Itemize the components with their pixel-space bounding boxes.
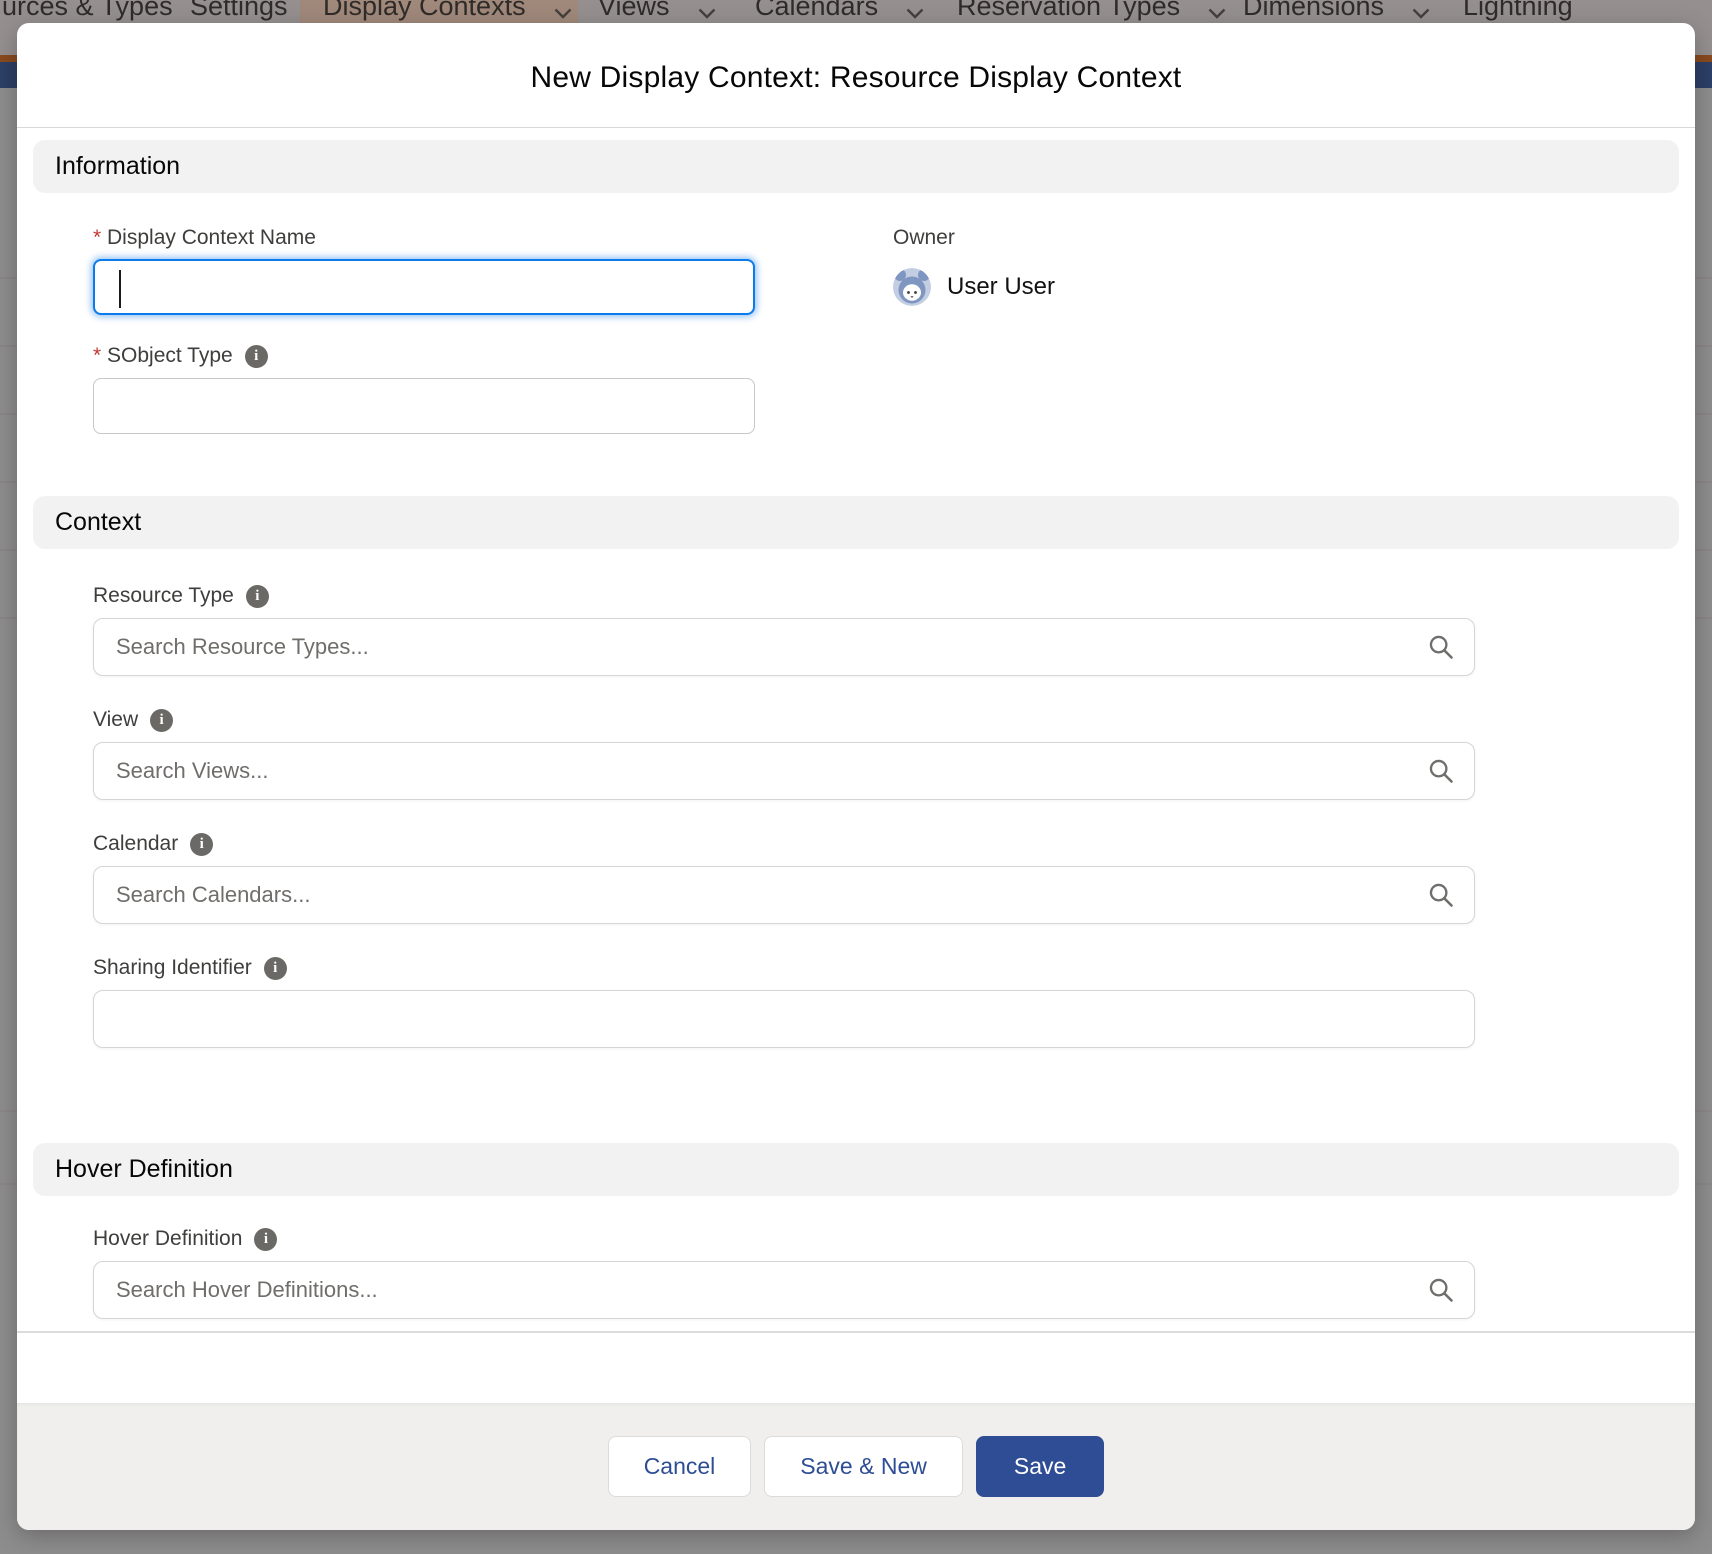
- tab-lightning[interactable]: Lightning: [1463, 0, 1573, 22]
- tab-label: Lightning: [1463, 0, 1573, 22]
- chevron-down-icon: [1412, 8, 1430, 19]
- modal-footer: Cancel Save & New Save: [17, 1403, 1695, 1530]
- view-label: View: [93, 708, 138, 732]
- section-title: Information: [55, 152, 180, 181]
- sharing-identifier-input[interactable]: [93, 990, 1475, 1048]
- display-context-name-input[interactable]: [115, 261, 733, 313]
- view-field-label-row: View: [93, 707, 1475, 733]
- section-header-context: Context: [33, 496, 1679, 549]
- cancel-button[interactable]: Cancel: [608, 1436, 752, 1497]
- hover-definition-label: Hover Definition: [93, 1227, 242, 1251]
- tab-label: Views: [598, 0, 670, 22]
- sobject-type-field-label-row: SObject Type: [93, 343, 1475, 369]
- resource-type-search-input[interactable]: [93, 618, 1475, 676]
- view-lookup: [93, 742, 1475, 800]
- chevron-down-icon: [1208, 8, 1226, 19]
- tab-label: Reservation Types: [957, 0, 1180, 22]
- resource-type-lookup: [93, 618, 1475, 676]
- section-title: Context: [55, 508, 141, 537]
- hover-definition-field-label-row: Hover Definition: [93, 1226, 1475, 1252]
- display-context-name-label: Display Context Name: [93, 226, 316, 250]
- calendar-search-input[interactable]: [93, 866, 1475, 924]
- info-icon[interactable]: [245, 345, 268, 368]
- section-header-information: Information: [33, 140, 1679, 193]
- tab-dimensions[interactable]: Dimensions: [1243, 0, 1430, 22]
- owner-value[interactable]: User User: [947, 273, 1055, 301]
- tab-label: urces & Types: [2, 0, 173, 22]
- new-display-context-modal: New Display Context: Resource Display Co…: [17, 23, 1695, 1530]
- hover-definition-search-input[interactable]: [93, 1261, 1475, 1319]
- sharing-identifier-label: Sharing Identifier: [93, 956, 252, 980]
- info-icon[interactable]: [264, 957, 287, 980]
- save-button[interactable]: Save: [976, 1436, 1104, 1497]
- tab-settings[interactable]: Settings: [190, 0, 288, 22]
- owner-label: Owner: [893, 226, 955, 250]
- resource-type-label: Resource Type: [93, 584, 234, 608]
- modal-title: New Display Context: Resource Display Co…: [531, 61, 1182, 95]
- modal-header: New Display Context: Resource Display Co…: [17, 23, 1695, 128]
- tab-label: Display Contexts: [323, 0, 526, 22]
- tab-label: Settings: [190, 0, 288, 22]
- tab-views[interactable]: Views: [598, 0, 716, 22]
- display-context-name-field: Display Context Name: [93, 225, 755, 315]
- display-context-name-input-wrap: [93, 259, 755, 315]
- chevron-down-icon: [906, 8, 924, 19]
- section-title: Hover Definition: [55, 1155, 233, 1184]
- info-icon[interactable]: [190, 833, 213, 856]
- tab-reservation-types[interactable]: Reservation Types: [957, 0, 1226, 22]
- info-icon[interactable]: [254, 1228, 277, 1251]
- owner-field: Owner: [893, 225, 1475, 315]
- info-icon[interactable]: [150, 709, 173, 732]
- user-avatar: [893, 268, 931, 306]
- tab-resources-and-types[interactable]: urces & Types: [2, 0, 173, 22]
- text-cursor: [119, 270, 121, 308]
- tab-label: Calendars: [755, 0, 878, 22]
- sharing-identifier-field-label-row: Sharing Identifier: [93, 955, 1475, 981]
- tab-display-contexts[interactable]: Display Contexts: [323, 0, 572, 22]
- chevron-down-icon: [554, 8, 572, 19]
- footer-gap: [17, 1333, 1695, 1403]
- hover-definition-lookup: [93, 1261, 1475, 1319]
- info-icon[interactable]: [246, 585, 269, 608]
- section-header-hover-definition: Hover Definition: [33, 1143, 1679, 1196]
- sharing-identifier-field: [93, 990, 1475, 1048]
- chevron-down-icon: [698, 8, 716, 19]
- tab-calendars[interactable]: Calendars: [755, 0, 924, 22]
- tab-label: Dimensions: [1243, 0, 1384, 22]
- sobject-type-input[interactable]: [93, 378, 755, 434]
- save-and-new-button[interactable]: Save & New: [764, 1436, 963, 1497]
- view-search-input[interactable]: [93, 742, 1475, 800]
- calendar-lookup: [93, 866, 1475, 924]
- modal-content: Information Display Context Name Owner: [17, 128, 1695, 1333]
- calendar-field-label-row: Calendar: [93, 831, 1475, 857]
- calendar-label: Calendar: [93, 832, 178, 856]
- sobject-type-label: SObject Type: [93, 344, 233, 368]
- resource-type-field-label-row: Resource Type: [93, 583, 1475, 609]
